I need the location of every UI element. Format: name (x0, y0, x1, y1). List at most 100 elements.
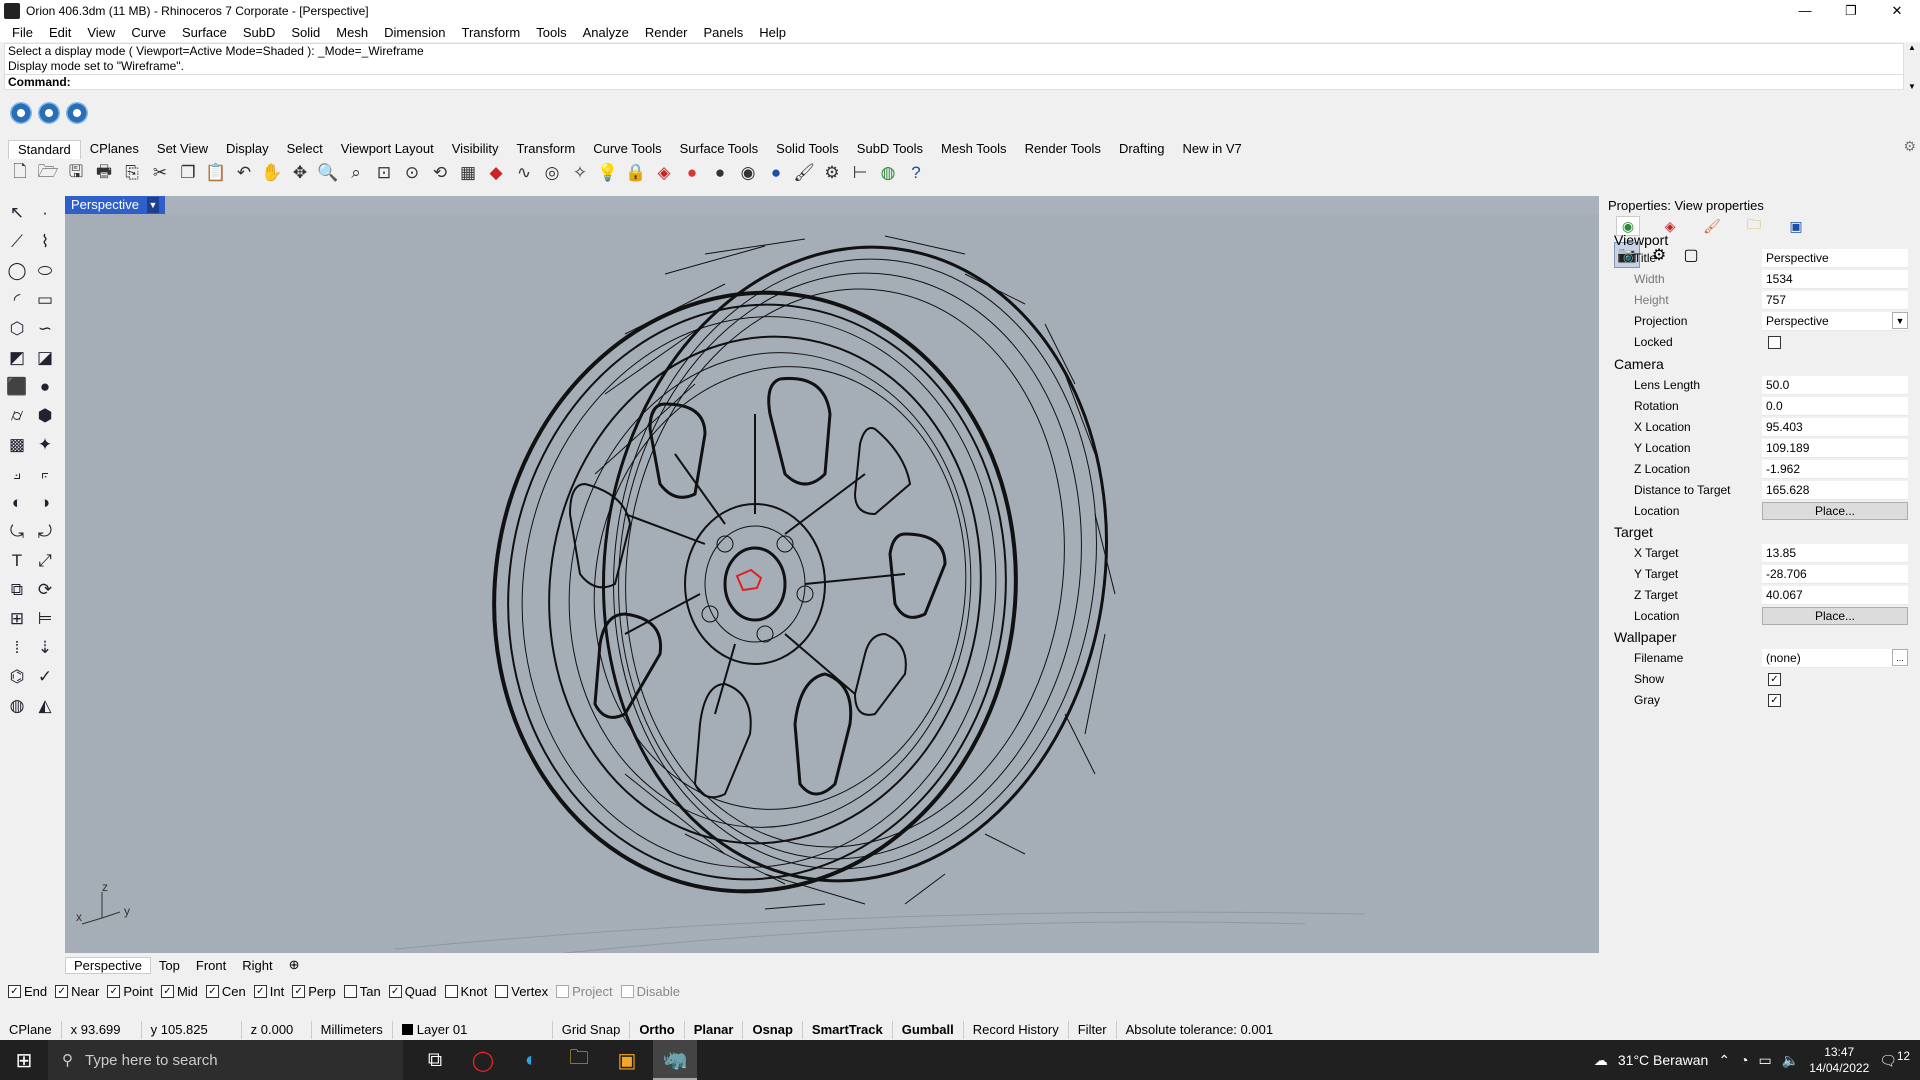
tab-select[interactable]: Select (278, 140, 332, 158)
move-icon[interactable]: ✥ (288, 161, 312, 185)
osnap-quad[interactable]: ✓ Quad (388, 984, 437, 999)
menu-subd[interactable]: SubD (235, 25, 284, 40)
osnap-project[interactable]: Project (556, 984, 613, 999)
rhino-settings-icon[interactable] (10, 102, 32, 124)
open-icon[interactable]: 🗁 (36, 161, 60, 185)
command-scrollbar[interactable]: ▲ ▼ (1906, 43, 1918, 91)
tab-surface-tools[interactable]: Surface Tools (671, 140, 768, 158)
checkbox[interactable]: ✓ (160, 984, 174, 998)
select-icon[interactable]: ↖ (4, 200, 30, 226)
menu-surface[interactable]: Surface (174, 25, 235, 40)
smarttrack-toggle[interactable]: SmartTrack (803, 1021, 893, 1039)
lens-field[interactable]: 50.0 (1762, 375, 1908, 395)
tab-perspective[interactable]: Perspective (65, 956, 151, 974)
gumball-toggle[interactable]: Gumball (893, 1021, 964, 1039)
tab-front[interactable]: Front (188, 958, 234, 973)
width-field[interactable]: 1534 (1762, 269, 1908, 289)
color-icon[interactable]: ● (680, 161, 704, 185)
checkbox[interactable]: ✓ (388, 984, 402, 998)
height-field[interactable]: 757 (1762, 290, 1908, 310)
windows-start-icon[interactable]: ⊞ (0, 1048, 48, 1073)
tab-solid-tools[interactable]: Solid Tools (767, 140, 848, 158)
menu-help[interactable]: Help (751, 25, 794, 40)
task-view-icon[interactable]: ⧉ (413, 1040, 457, 1080)
ellipse-icon[interactable]: ⬭ (32, 258, 58, 284)
planar-toggle[interactable]: Planar (685, 1021, 744, 1039)
clock[interactable]: 13:47 14/04/2022 (1809, 1044, 1869, 1076)
layers-tab-icon[interactable]: 🗀 (1742, 216, 1766, 236)
rectangle-icon[interactable]: ▭ (32, 287, 58, 313)
checkbox[interactable]: ✓ (205, 984, 219, 998)
perspective-viewport[interactable] (65, 214, 1599, 953)
cut-icon[interactable]: ✂ (148, 161, 172, 185)
shaded-icon[interactable]: ◉ (736, 161, 760, 185)
zoom-window-icon[interactable]: ⌕ (344, 161, 368, 185)
offset-icon[interactable]: ⤿ (4, 519, 30, 545)
copy-icon[interactable]: ❐ (176, 161, 200, 185)
scroll-up-icon[interactable]: ▲ (1906, 43, 1918, 52)
surface-icon[interactable]: ◩ (4, 345, 30, 371)
layer-indicator[interactable]: Layer 01 (393, 1021, 553, 1039)
target-icon[interactable]: ◎ (540, 161, 564, 185)
save-icon[interactable]: 🖫 (64, 161, 88, 185)
browse-button[interactable]: ... (1892, 649, 1908, 666)
light-tool-icon[interactable]: ✦ (32, 432, 58, 458)
menu-render[interactable]: Render (637, 25, 696, 40)
polyline-icon[interactable]: ⟋ (4, 229, 30, 255)
battery-icon[interactable]: ▭ (1759, 1052, 1772, 1069)
extrude-icon[interactable]: ⬢ (32, 403, 58, 429)
freeform-icon[interactable]: ∽ (32, 316, 58, 342)
tab-drafting[interactable]: Drafting (1110, 140, 1174, 158)
scale-icon[interactable]: ⤢ (32, 548, 58, 574)
curve-icon[interactable]: ⌇ (32, 229, 58, 255)
show-checkbox[interactable]: ✓ (1768, 672, 1781, 686)
dimension-tool-icon[interactable]: ⊨ (32, 606, 58, 632)
grid-snap-toggle[interactable]: Grid Snap (553, 1021, 631, 1039)
title-field[interactable]: Perspective (1762, 248, 1908, 268)
menu-file[interactable]: File (4, 25, 41, 40)
filter-toggle[interactable]: Filter (1069, 1021, 1117, 1039)
fillet-icon[interactable]: ◑ (32, 490, 58, 516)
checkbox[interactable]: ✓ (292, 984, 306, 998)
osnap-knot[interactable]: Knot (444, 984, 487, 999)
analyze-icon[interactable]: ⌬ (4, 664, 30, 690)
gray-checkbox[interactable]: ✓ (1768, 693, 1781, 707)
tab-standard[interactable]: Standard (8, 139, 81, 159)
chevron-up-icon[interactable]: ⌃ (1718, 1052, 1730, 1069)
point-icon[interactable]: · (32, 200, 58, 226)
check-icon[interactable]: ✓ (32, 664, 58, 690)
osnap-cen[interactable]: ✓ Cen (205, 984, 246, 999)
box-icon[interactable]: ⬛ (4, 374, 30, 400)
grid-icon[interactable]: ▦ (456, 161, 480, 185)
checkbox[interactable] (495, 984, 509, 998)
brush-icon[interactable]: 🖌 (792, 161, 816, 185)
text-icon[interactable]: T (4, 548, 30, 574)
arc-icon[interactable]: ◜ (4, 287, 30, 313)
rotate-view-icon[interactable]: ⟲ (428, 161, 452, 185)
new-icon[interactable]: 🗋 (8, 161, 32, 185)
command-prompt[interactable]: Command: (4, 74, 1904, 90)
scroll-down-icon[interactable]: ▼ (1906, 82, 1918, 91)
trim-icon[interactable]: ⟓ (4, 461, 30, 487)
osnap-near[interactable]: ✓ Near (55, 984, 99, 999)
rhino-settings-icon[interactable] (66, 102, 88, 124)
minimize-button[interactable]: — (1782, 0, 1828, 22)
osnap-int[interactable]: ✓ Int (253, 984, 284, 999)
gear-icon[interactable]: ⚙ (820, 161, 844, 185)
zoom-selected-icon[interactable]: ⊙ (400, 161, 424, 185)
display-tab-icon[interactable]: ▣ (1784, 216, 1808, 236)
checkbox[interactable]: ✓ (107, 984, 121, 998)
rotation-field[interactable]: 0.0 (1762, 396, 1908, 416)
ytarget-field[interactable]: -28.706 (1762, 564, 1908, 584)
snap-tool-icon[interactable]: ⇣ (32, 635, 58, 661)
osnap-mid[interactable]: ✓ Mid (160, 984, 198, 999)
osnap-toggle[interactable]: Osnap (743, 1021, 803, 1039)
chevron-down-icon[interactable]: ▼ (1892, 312, 1908, 329)
tab-set-view[interactable]: Set View (148, 140, 217, 158)
xtarget-field[interactable]: 13.85 (1762, 543, 1908, 563)
light-icon[interactable]: 💡 (596, 161, 620, 185)
osnap-vertex[interactable]: Vertex (495, 984, 548, 999)
filename-field[interactable]: (none)... (1762, 648, 1908, 668)
ztarget-field[interactable]: 40.067 (1762, 585, 1908, 605)
target-place-button[interactable]: Place... (1762, 607, 1908, 625)
